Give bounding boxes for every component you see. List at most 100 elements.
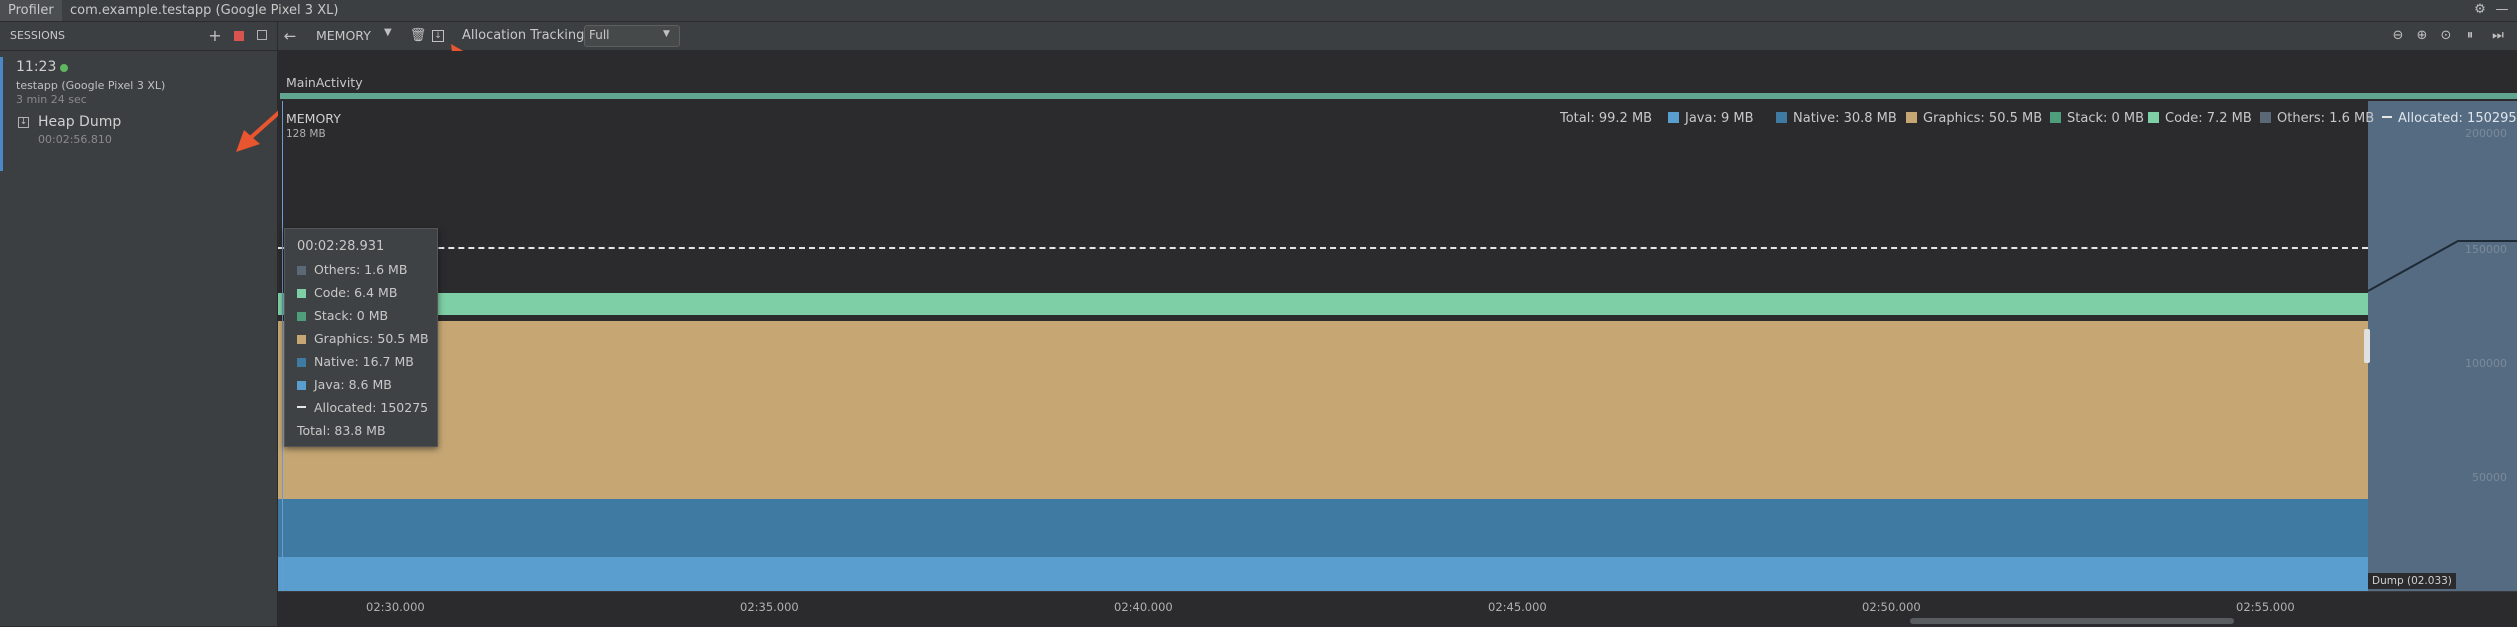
stack-swatch: [2050, 112, 2061, 123]
top-tab-strip: Profiler com.example.testapp (Google Pix…: [0, 0, 2517, 22]
legend-graphics: Graphics: 50.5 MB: [1906, 111, 2042, 126]
gear-icon[interactable]: ⚙: [2470, 0, 2490, 20]
session-selection-bar: [0, 57, 3, 171]
legend-code: Code: 7.2 MB: [2148, 111, 2252, 126]
legend-code-label: Code: 7.2 MB: [2165, 111, 2252, 126]
time-cursor[interactable]: [282, 101, 283, 591]
stack-swatch: [297, 312, 306, 321]
profiler-select-value: MEMORY: [316, 28, 371, 43]
java-swatch: [1668, 112, 1679, 123]
code-swatch: [297, 289, 306, 298]
tooltip-allocated: Allocated: 150275: [297, 400, 428, 415]
add-session-icon[interactable]: +: [205, 26, 225, 46]
reset-zoom-icon[interactable]: ⊙: [2436, 26, 2456, 46]
others-swatch: [297, 266, 306, 275]
chart-title: MEMORY: [286, 111, 341, 126]
x-tick: 02:55.000: [2236, 600, 2295, 614]
graphics-area: [278, 321, 2368, 499]
selection-handle[interactable]: [2364, 329, 2370, 363]
tooltip-graphics: Graphics: 50.5 MB: [297, 331, 429, 346]
tooltip-code: Code: 6.4 MB: [297, 285, 397, 300]
x-tick: 02:35.000: [740, 600, 799, 614]
tooltip-code-label: Code: 6.4 MB: [314, 285, 398, 300]
y-tick: 100000: [2465, 357, 2507, 370]
back-arrow-icon[interactable]: ←: [280, 26, 300, 46]
tooltip-total: Total: 83.8 MB: [297, 423, 386, 438]
activity-row: MainActivity: [278, 51, 2517, 101]
live-indicator-icon: [60, 64, 68, 72]
memory-chart[interactable]: MEMORY 128 MB 200000 150000 100000 50000…: [278, 101, 2517, 591]
chart-max-label: 128 MB: [286, 128, 326, 140]
x-tick: 02:40.000: [1114, 600, 1173, 614]
zoom-in-icon[interactable]: ⊕: [2412, 26, 2432, 46]
sessions-header: SESSIONS +: [0, 22, 277, 51]
go-live-icon[interactable]: ⏭: [2488, 26, 2508, 46]
tooltip-native: Native: 16.7 MB: [297, 354, 414, 369]
sessions-panel: SESSIONS + 11:23 testapp (Google Pixel 3…: [0, 22, 304, 626]
tooltip-stack-label: Stack: 0 MB: [314, 308, 389, 323]
x-tick: 02:50.000: [1862, 600, 1921, 614]
collapse-panel-icon[interactable]: [257, 30, 267, 40]
pause-icon[interactable]: ⏸: [2460, 26, 2480, 46]
tooltip-others-label: Others: 1.6 MB: [314, 262, 408, 277]
allocation-tracking-label: Allocation Tracking: [462, 28, 585, 43]
y-tick: 150000: [2465, 243, 2507, 256]
tab-app-process[interactable]: com.example.testapp (Google Pixel 3 XL): [62, 0, 346, 21]
legend-allocated: Allocated: 150295: [2382, 111, 2517, 126]
legend-graphics-label: Graphics: 50.5 MB: [1923, 111, 2043, 126]
heap-dump-time: 00:02:56.810: [38, 133, 112, 146]
activity-bar[interactable]: [280, 93, 2517, 99]
legend-native-label: Native: 30.8 MB: [1793, 111, 1897, 126]
native-swatch: [297, 358, 306, 367]
session-device: testapp (Google Pixel 3 XL): [16, 79, 166, 92]
y-tick: 50000: [2472, 471, 2507, 484]
dump-heap-icon[interactable]: ↓: [432, 30, 444, 42]
session-time: 11:23: [16, 59, 57, 75]
allocated-line: [278, 247, 2368, 249]
legend-stack-label: Stack: 0 MB: [2067, 111, 2145, 126]
code-area: [278, 293, 2368, 315]
allocated-swatch: [297, 406, 306, 408]
profiler-toolbar: ← MEMORY ▼ 🗑 ↓ Allocation Tracking Full …: [278, 22, 2517, 87]
allocation-tracking-value: Full: [589, 28, 610, 42]
java-swatch: [297, 381, 306, 390]
heap-dump-icon: ↓: [18, 117, 29, 128]
tooltip-java-label: Java: 8.6 MB: [314, 377, 392, 392]
legend-stack: Stack: 0 MB: [2050, 111, 2144, 126]
java-area: [278, 557, 2368, 591]
activity-label: MainActivity: [286, 75, 363, 90]
zoom-out-icon[interactable]: ⊖: [2388, 26, 2408, 46]
tooltip-java: Java: 8.6 MB: [297, 377, 392, 392]
y-tick: 200000: [2465, 127, 2507, 140]
tooltip-others: Others: 1.6 MB: [297, 262, 407, 277]
native-swatch: [1776, 112, 1787, 123]
legend-java: Java: 9 MB: [1668, 111, 1754, 126]
legend-allocated-label: Allocated: 150295: [2398, 111, 2517, 126]
graphics-swatch: [297, 335, 306, 344]
tooltip-time: 00:02:28.931: [297, 239, 385, 254]
dump-label: Dump (02.033): [2368, 573, 2456, 589]
tooltip-allocated-label: Allocated: 150275: [314, 400, 429, 415]
minimize-icon[interactable]: —: [2492, 0, 2512, 20]
allocated-trend-line: [2368, 240, 2517, 292]
legend-native: Native: 30.8 MB: [1776, 111, 1897, 126]
chevron-down-icon: ▼: [663, 29, 670, 39]
x-tick: 02:30.000: [366, 600, 425, 614]
allocation-tracking-select[interactable]: Full ▼: [584, 25, 680, 47]
graphics-swatch: [1906, 112, 1917, 123]
tooltip-graphics-label: Graphics: 50.5 MB: [314, 331, 429, 346]
heap-dump-label: Heap Dump: [38, 114, 122, 130]
legend-others-label: Others: 1.6 MB: [2277, 111, 2375, 126]
memory-tooltip: 00:02:28.931 Others: 1.6 MB Code: 6.4 MB…: [284, 228, 438, 447]
legend-java-label: Java: 9 MB: [1685, 111, 1754, 126]
legend-total: Total: 99.2 MB: [1560, 111, 1653, 126]
others-swatch: [2260, 112, 2271, 123]
sessions-title: SESSIONS: [10, 29, 66, 42]
code-swatch: [2148, 112, 2159, 123]
stop-icon[interactable]: [234, 31, 244, 41]
horizontal-scrollbar[interactable]: [1910, 618, 2234, 624]
tab-profiler[interactable]: Profiler: [0, 0, 62, 21]
trash-icon[interactable]: 🗑: [408, 26, 428, 46]
tooltip-stack: Stack: 0 MB: [297, 308, 388, 323]
tooltip-native-label: Native: 16.7 MB: [314, 354, 414, 369]
